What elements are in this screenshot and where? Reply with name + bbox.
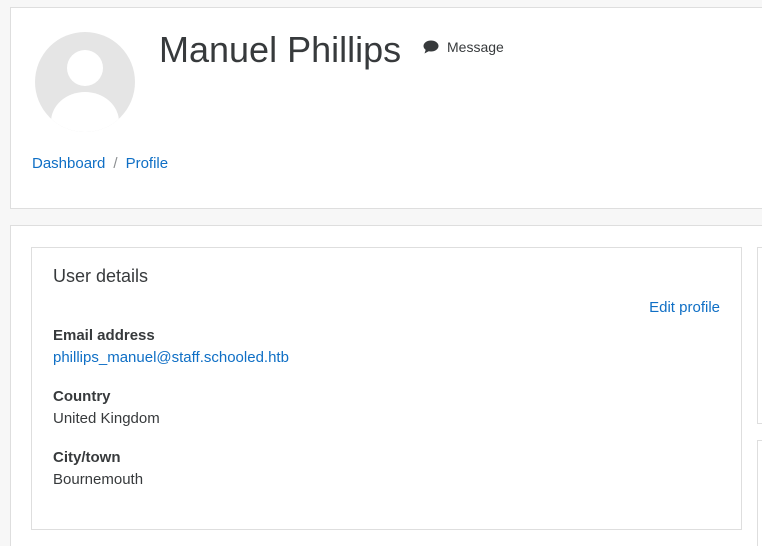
user-details-card: User details Edit profile Email address … bbox=[31, 247, 742, 530]
side-block bbox=[757, 247, 762, 424]
edit-profile-link[interactable]: Edit profile bbox=[649, 299, 720, 316]
avatar bbox=[35, 32, 135, 132]
message-button[interactable]: Message bbox=[423, 39, 504, 55]
message-label: Message bbox=[447, 39, 504, 55]
avatar-shoulders bbox=[51, 92, 119, 132]
city-value: Bournemouth bbox=[53, 471, 144, 488]
city-label: City/town bbox=[53, 449, 121, 466]
page-header: Manuel Phillips Message Dashboard / Prof… bbox=[10, 7, 762, 209]
main-content: User details Edit profile Email address … bbox=[10, 225, 762, 546]
breadcrumb-profile[interactable]: Profile bbox=[126, 155, 169, 172]
email-field: Email address phillips_manuel@staff.scho… bbox=[53, 326, 289, 368]
country-field: Country United Kingdom bbox=[53, 387, 160, 429]
breadcrumb: Dashboard / Profile bbox=[32, 155, 168, 172]
user-details-title: User details bbox=[53, 266, 149, 286]
country-value: United Kingdom bbox=[53, 410, 160, 427]
breadcrumb-dashboard[interactable]: Dashboard bbox=[32, 155, 105, 172]
email-label: Email address bbox=[53, 327, 155, 344]
page-title: Manuel Phillips bbox=[159, 29, 402, 70]
side-block bbox=[757, 440, 762, 546]
breadcrumb-separator: / bbox=[113, 155, 118, 172]
comment-icon bbox=[423, 40, 439, 54]
city-field: City/town Bournemouth bbox=[53, 448, 143, 490]
email-link[interactable]: phillips_manuel@staff.schooled.htb bbox=[53, 349, 289, 366]
country-label: Country bbox=[53, 388, 111, 405]
avatar-head bbox=[67, 50, 103, 86]
